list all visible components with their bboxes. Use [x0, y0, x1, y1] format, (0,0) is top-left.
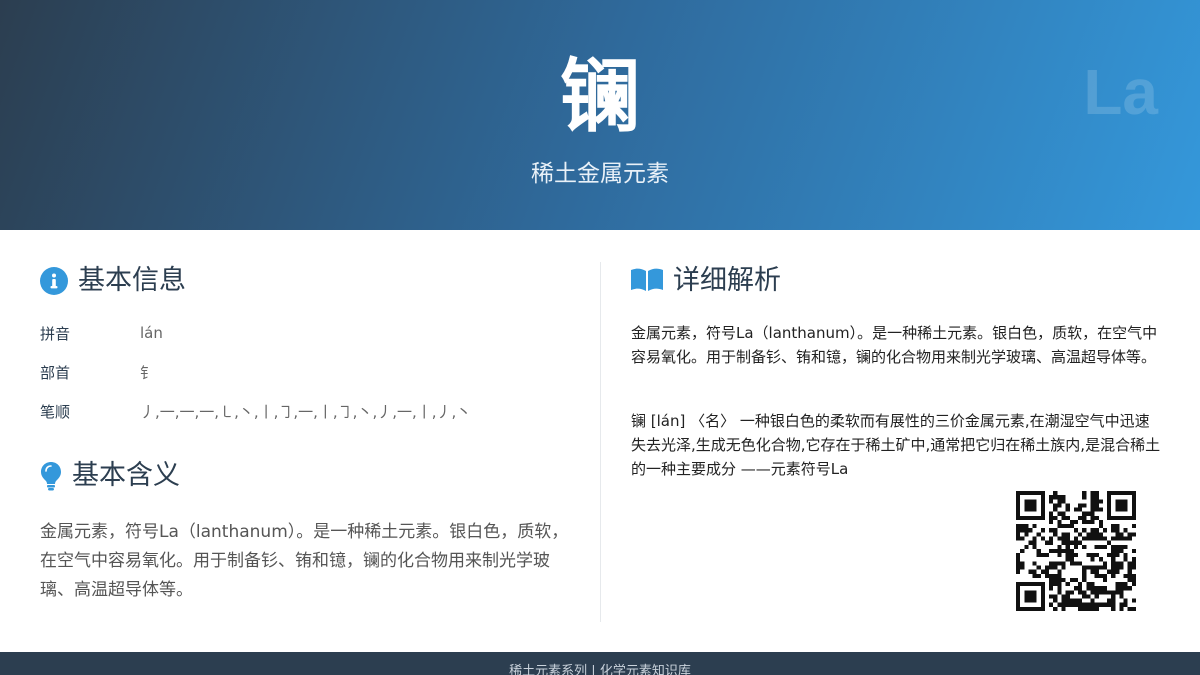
- character-title: 镧: [560, 50, 640, 143]
- detailed-heading: 详细解析: [631, 261, 781, 301]
- header-banner: 镧 稀土金属元素 La: [0, 0, 1200, 230]
- basic-info-heading: 基本信息: [40, 261, 186, 301]
- detailed-title: 详细解析: [673, 265, 781, 296]
- character-subtitle: 稀土金属元素: [531, 161, 669, 187]
- info-row-stroke-order: 笔顺 丿,一,一,一,㇄,丶,丨,㇆,一,丨,㇆,丶,丿,一,丨,丿,丶: [40, 400, 471, 422]
- detailed-paragraph-1: 金属元素，符号La（lanthanum）。是一种稀土元素。银白色，质软，在空气中…: [631, 324, 1158, 366]
- basic-meaning-text: 金属元素，符号La（lanthanum）。是一种稀土元素。银白色，质软，在空气中…: [40, 522, 569, 600]
- info-label: 部首: [40, 363, 71, 382]
- info-value: 钅: [140, 363, 156, 382]
- info-row-pinyin: 拼音 lán: [40, 322, 163, 344]
- open-book-icon: [631, 268, 663, 294]
- info-label: 笔顺: [40, 402, 71, 421]
- detailed-paragraph-2: 镧 [lán] 〈名〉 一种银白色的柔软而有展性的三价金属元素,在潮湿空气中迅速…: [631, 412, 1161, 478]
- info-value: lán: [140, 324, 163, 342]
- lightbulb-icon: [40, 461, 62, 491]
- info-value: 丿,一,一,一,㇄,丶,丨,㇆,一,丨,㇆,丶,丿,一,丨,丿,丶: [140, 402, 472, 421]
- element-symbol-watermark: La: [1083, 56, 1158, 128]
- info-circle-icon: [40, 267, 68, 295]
- info-row-radical: 部首 钅: [40, 361, 155, 383]
- footer-bar: 稀土元素系列 | 化学元素知识库: [0, 652, 1200, 675]
- info-label: 拼音: [40, 324, 71, 343]
- basic-meaning-heading: 基本含义: [40, 456, 180, 496]
- qr-code: [1016, 491, 1136, 611]
- basic-info-title: 基本信息: [78, 265, 186, 296]
- column-divider: [600, 262, 601, 622]
- footer-text: 稀土元素系列 | 化学元素知识库: [509, 664, 691, 675]
- basic-meaning-title: 基本含义: [72, 460, 180, 491]
